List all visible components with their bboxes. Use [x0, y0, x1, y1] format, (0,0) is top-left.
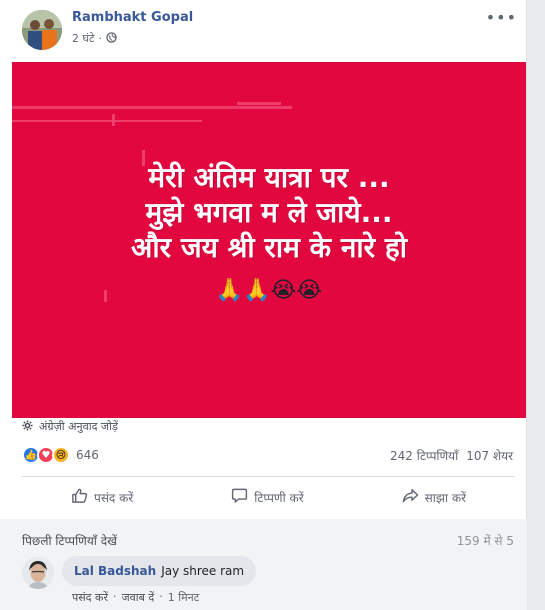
- post-image-line: मेरी अंतिम यात्रा पर ...: [148, 161, 390, 194]
- share-icon: [402, 487, 419, 507]
- post-actions: पसंद करें टिप्पणी करें साझा करें: [22, 480, 515, 514]
- comment-like-link[interactable]: पसंद करें: [72, 590, 108, 605]
- post-image-text: मेरी अंतिम यात्रा पर ... मुझे भगवा म ले …: [12, 160, 526, 265]
- shares-count[interactable]: 107 शेयर: [466, 447, 513, 464]
- translate-label: अंग्रेज़ी अनुवाद जोड़ें: [39, 420, 118, 433]
- comments-section: पिछली टिप्पणियाँ देखें 159 में से 5 Lal …: [0, 519, 527, 610]
- author-avatar[interactable]: [22, 10, 62, 50]
- reactions-summary[interactable]: 👍 ♥ 😢 646: [22, 446, 99, 464]
- commenter-avatar[interactable]: [22, 557, 54, 589]
- post-image-line: मुझे भगवा म ले जाये...: [145, 196, 393, 229]
- glitch-line: [112, 114, 115, 126]
- meta-separator: ·: [98, 32, 103, 45]
- like-label: पसंद करें: [94, 490, 134, 505]
- comment-label: टिप्पणी करें: [254, 490, 304, 505]
- meta-separator: ·: [112, 590, 117, 603]
- post-image-line: और जय श्री राम के नारे हो: [131, 231, 407, 264]
- author-name[interactable]: Rambhakt Gopal: [72, 10, 193, 25]
- translate-link[interactable]: अंग्रेज़ी अनुवाद जोड़ें: [22, 419, 118, 434]
- reaction-count: 646: [76, 448, 99, 462]
- comment-bubble: Lal Badshah Jay shree ram: [62, 556, 257, 586]
- gear-icon: [22, 419, 33, 434]
- comment-pagination: 159 में से 5: [456, 534, 514, 548]
- share-label: साझा करें: [424, 490, 466, 505]
- thumbs-up-icon: [71, 487, 88, 507]
- divider: [22, 476, 515, 477]
- post-time[interactable]: 2 घंटे: [72, 31, 95, 46]
- glitch-line: [237, 102, 281, 105]
- engagement-counts: 242 टिप्पणियाँ 107 शेयर: [390, 447, 513, 464]
- sad-reaction-icon: 😢: [52, 446, 70, 464]
- post-options-icon[interactable]: •••: [486, 8, 517, 27]
- post-card: Rambhakt Gopal 2 घंटे · ••• मेरी अंतिम य…: [0, 0, 527, 610]
- post-image[interactable]: मेरी अंतिम यात्रा पर ... मुझे भगवा म ले …: [12, 62, 526, 418]
- post-header: Rambhakt Gopal 2 घंटे · •••: [0, 0, 527, 60]
- comment-reply-link[interactable]: जवाब दें: [121, 590, 154, 605]
- comment-icon: [231, 487, 248, 507]
- glitch-line: [12, 106, 292, 109]
- globe-icon[interactable]: [106, 31, 117, 46]
- comment-button[interactable]: टिप्पणी करें: [231, 487, 304, 507]
- comment-time[interactable]: 1 मिनट: [168, 590, 200, 605]
- meta-separator: ·: [159, 590, 163, 603]
- comment-actions: पसंद करें · जवाब दें · 1 मिनट: [72, 590, 199, 605]
- post-meta: 2 घंटे ·: [72, 31, 117, 46]
- glitch-line: [12, 120, 202, 122]
- like-button[interactable]: पसंद करें: [71, 487, 133, 507]
- commenter-name[interactable]: Lal Badshah: [74, 564, 156, 578]
- comments-count[interactable]: 242 टिप्पणियाँ: [390, 447, 458, 464]
- comment-text: Jay shree ram: [161, 564, 245, 578]
- post-image-emojis: 🙏🙏😭😭: [215, 278, 323, 303]
- share-button[interactable]: साझा करें: [402, 487, 466, 507]
- view-previous-comments[interactable]: पिछली टिप्पणियाँ देखें: [22, 532, 117, 549]
